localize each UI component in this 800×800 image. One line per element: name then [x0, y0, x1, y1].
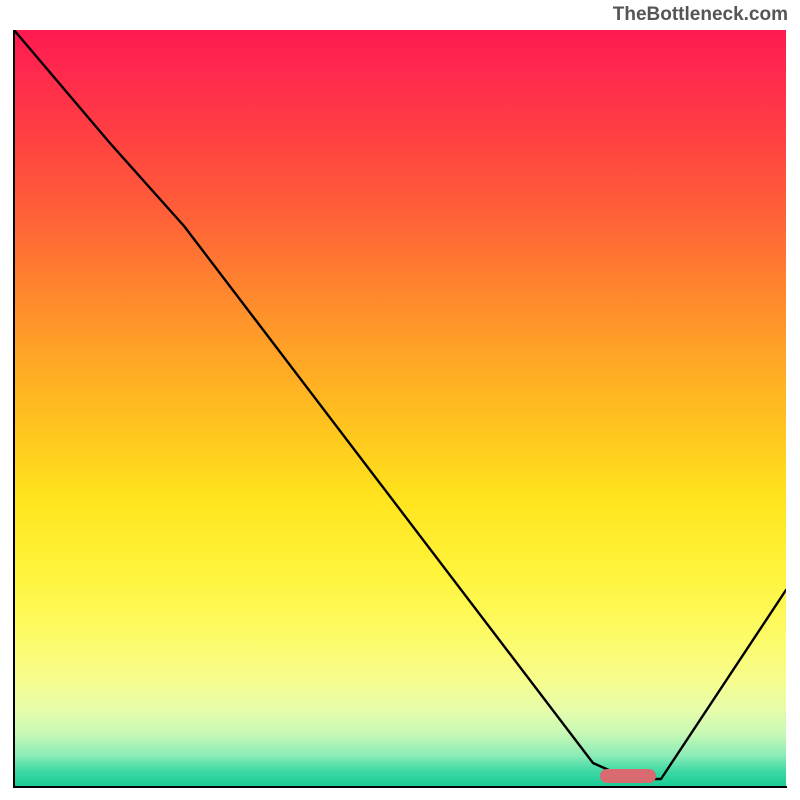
x-axis: [13, 786, 787, 788]
watermark-text: TheBottleneck.com: [613, 4, 788, 26]
bottleneck-curve: [14, 30, 786, 779]
y-axis: [13, 30, 15, 788]
curve-svg: [14, 30, 786, 786]
optimal-marker: [600, 769, 656, 783]
plot-area: [14, 30, 786, 786]
